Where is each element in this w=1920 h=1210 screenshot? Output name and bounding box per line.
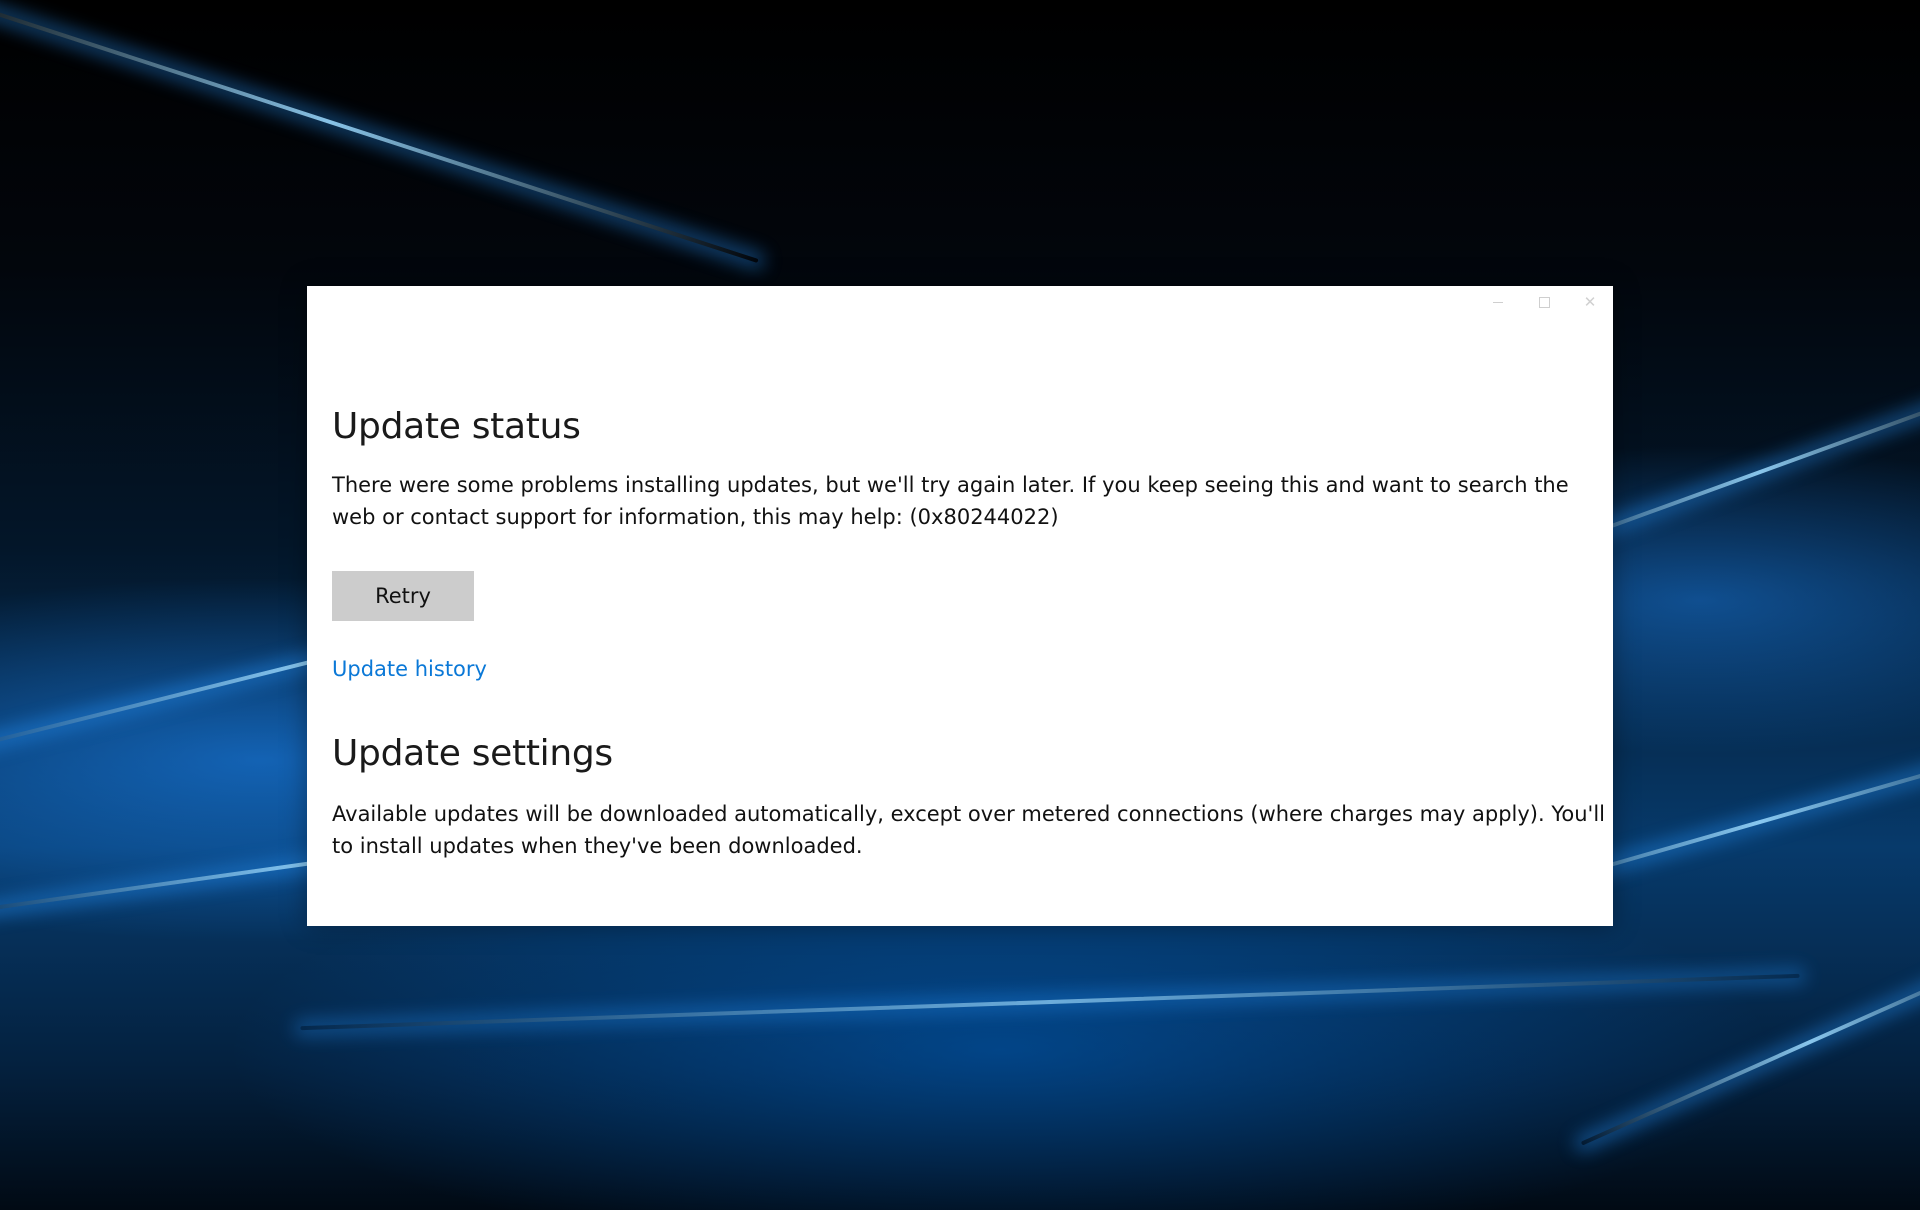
update-status-heading: Update status bbox=[332, 406, 581, 447]
update-content: Update status There were some problems i… bbox=[332, 406, 1613, 862]
close-icon: ✕ bbox=[1583, 293, 1597, 311]
window-controls: ✕ bbox=[1475, 286, 1613, 318]
minimize-icon bbox=[1493, 301, 1503, 303]
minimize-button[interactable] bbox=[1475, 286, 1521, 318]
light-streak bbox=[0, 0, 759, 263]
update-settings-message: Available updates will be downloaded aut… bbox=[332, 802, 1613, 858]
update-status-message: There were some problems installing upda… bbox=[332, 473, 1569, 529]
close-button[interactable]: ✕ bbox=[1567, 286, 1613, 318]
title-bar[interactable]: ✕ bbox=[307, 286, 1613, 318]
light-streak bbox=[300, 973, 1800, 1031]
desktop-wallpaper: ✕ Update status There were some problems… bbox=[0, 0, 1920, 1210]
update-settings-heading: Update settings bbox=[332, 733, 613, 774]
maximize-button[interactable] bbox=[1521, 286, 1567, 318]
settings-window: ✕ Update status There were some problems… bbox=[307, 286, 1613, 926]
maximize-icon bbox=[1538, 296, 1550, 308]
light-streak bbox=[1580, 938, 1920, 1146]
retry-button[interactable]: Retry bbox=[332, 571, 474, 621]
update-history-link[interactable]: Update history bbox=[332, 657, 487, 681]
